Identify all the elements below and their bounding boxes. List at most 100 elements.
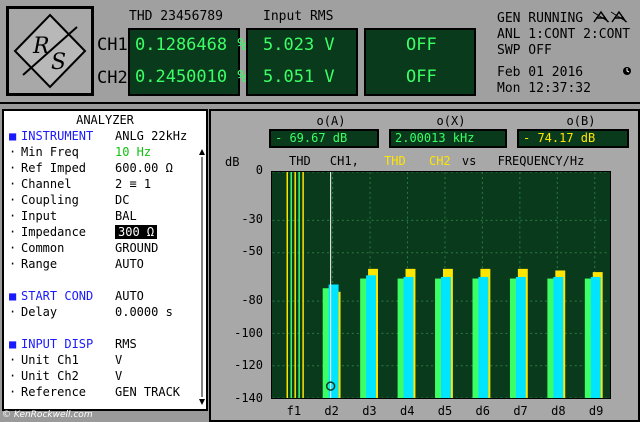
x-tick-label: d9: [588, 404, 604, 418]
marker-b-label: o(B): [566, 114, 596, 128]
analyzer-row-value-text: BAL: [115, 209, 137, 223]
analyzer-row-key: Range: [21, 257, 58, 271]
ch1-bar: [478, 276, 489, 398]
analyzer-row-key: Coupling: [21, 193, 79, 207]
analyzer-row-value-text: DC: [115, 193, 130, 207]
analyzer-row-value-text: AUTO: [115, 257, 144, 271]
ch1-third-value: OFF: [406, 35, 437, 55]
analyzer-row-value-text: GROUND: [115, 241, 159, 255]
logo-icon: R S: [13, 13, 87, 89]
analyzer-row-key: Common: [21, 241, 65, 255]
y-tick-label: -30: [241, 211, 263, 226]
ch2-rms-value: 5.051 V: [263, 67, 335, 87]
spectrum-graph-panel: o(A) o(X) o(B) - 69.67 dB 2.00013 kHz - …: [209, 109, 640, 422]
legend-frequency: FREQUENCY/Hz: [497, 154, 585, 168]
analyzer-row-key: Ref Imped: [21, 161, 87, 175]
analyzer-row-value: 0.0000 s: [115, 305, 173, 320]
analyzer-row-value: DC: [115, 193, 129, 208]
analyzer-row-key: INSTRUMENT: [21, 129, 94, 143]
spectrum-plot[interactable]: [271, 171, 611, 399]
analyzer-row-key: Unit Ch2: [21, 369, 79, 383]
analyzer-row-value: RMS: [115, 337, 137, 352]
legend-vs: vs: [461, 154, 477, 168]
marker-x-label: o(X): [436, 114, 466, 128]
marker-b-value: - 74.17 dB: [517, 129, 629, 148]
legend-thd2: THD: [384, 154, 406, 168]
clock-icon: [623, 67, 631, 75]
sweep-status: SWP OFF: [497, 43, 552, 58]
analyzer-row-value: BAL: [115, 209, 137, 224]
analyzer-row-value: 600.00 Ω: [115, 161, 173, 176]
analyzer-row-value: AUTO: [115, 289, 144, 304]
analyzer-row-value-text: V: [115, 369, 123, 383]
analyzer-row-value-text: 0.0000 s: [115, 305, 173, 319]
analyzer-row-key: START COND: [21, 289, 94, 303]
analyzer-row-value-text: 2 ≡ 1: [115, 177, 152, 191]
analyzer-row-value-text: V: [115, 353, 123, 367]
y-tick-label: 0: [255, 163, 263, 177]
analyzer-row-value-text: AUTO: [115, 289, 144, 303]
marker-a-value: - 69.67 dB: [269, 129, 379, 148]
y-tick-label: -100: [234, 325, 263, 340]
analyzer-row-value: 10 Hz: [115, 145, 151, 160]
analyzer-row-value-text: GEN TRACK: [115, 385, 181, 399]
legend-ch1: CH1,: [329, 154, 359, 168]
rohde-schwarz-logo: R S: [6, 6, 94, 96]
analyzer-row-value: 2 ≡ 1: [115, 177, 151, 192]
x-tick-label: d5: [437, 404, 453, 418]
analyzer-row-key: Impedance: [21, 225, 87, 239]
analyzer-row-value: V: [115, 353, 122, 368]
analyzer-row-value-text: 300 Ω: [115, 225, 158, 239]
ch1-label: CH1: [97, 35, 128, 55]
time-display: Mon 12:37:32: [497, 81, 591, 96]
ch1-rms-value: 5.023 V: [263, 35, 335, 55]
copyright-credit: © KenRockwell.com: [2, 410, 93, 420]
analyzer-title: ANALYZER: [76, 113, 134, 127]
analyzer-row-value: ANLG 22kHz: [115, 129, 187, 144]
ch1-bar: [403, 276, 414, 398]
marker-x-value: 2.00013 kHz: [389, 129, 507, 148]
svg-text:S: S: [51, 50, 66, 75]
ch2-third-value: OFF: [406, 67, 437, 87]
ch1-bar: [441, 276, 451, 398]
ch1-bar: [553, 276, 564, 398]
ch2-label: CH2: [97, 68, 128, 88]
date-display: Feb 01 2016: [497, 65, 584, 80]
x-tick-label: d3: [362, 404, 377, 418]
third-readout: OFF OFF: [364, 28, 476, 96]
gen-status: GEN RUNNING: [497, 11, 584, 26]
thd-column-label: THD 23456789: [129, 9, 223, 24]
analyzer-row-value-text: RMS: [115, 337, 137, 351]
analyzer-row-key: Unit Ch1: [21, 353, 79, 367]
analyzer-row-value: 300 Ω: [115, 225, 158, 240]
y-tick-label: -120: [234, 358, 263, 373]
svg-text:R: R: [32, 34, 50, 59]
x-tick-label: f1: [286, 404, 302, 418]
analyzer-row-value-text: 10 Hz: [115, 145, 152, 159]
chart-legend: THD CH1, THD CH2 vs FREQUENCY/Hz: [289, 154, 584, 168]
y-tick-label: -140: [234, 391, 263, 405]
ch1-bar: [366, 275, 377, 398]
analyzer-row-value-text: 600.00 Ω: [115, 161, 173, 175]
analyzer-row-key: INPUT DISP: [21, 337, 94, 351]
y-tick-label: -80: [241, 293, 263, 308]
x-tick-label: d4: [399, 404, 415, 418]
ch1-bar: [515, 276, 526, 398]
analyzer-row-key: Min Freq: [21, 145, 79, 159]
thd-readout: 0.1286468 % 0.2450010 %: [128, 28, 248, 96]
legend-ch2: CH2: [428, 154, 451, 168]
rms-column-label: Input RMS: [263, 9, 334, 24]
x-tick-label: d7: [513, 404, 528, 418]
analyzer-row-key: Reference: [21, 385, 87, 399]
rms-readout: 5.023 V 5.051 V: [246, 28, 358, 96]
analyzer-row-value: AUTO: [115, 257, 144, 272]
analyzer-row-value: GROUND: [115, 241, 158, 256]
marker-a-label: o(A): [316, 114, 346, 128]
ch1-bar: [590, 276, 601, 398]
analyzer-row-value-text: ANLG 22kHz: [115, 129, 188, 143]
ch1-thd-value: 0.1286468 %: [135, 35, 248, 55]
analyzer-scrollbar[interactable]: [198, 149, 206, 407]
analyzer-panel: ANALYZER ■ INSTRUMENT ANLG 22kHz · Min Freq 1…: [2, 109, 208, 411]
ch2-thd-value: 0.2450010 %: [135, 67, 248, 87]
header-panel: R S THD 23456789 Input RMS CH1 CH2 0.128…: [0, 0, 640, 104]
